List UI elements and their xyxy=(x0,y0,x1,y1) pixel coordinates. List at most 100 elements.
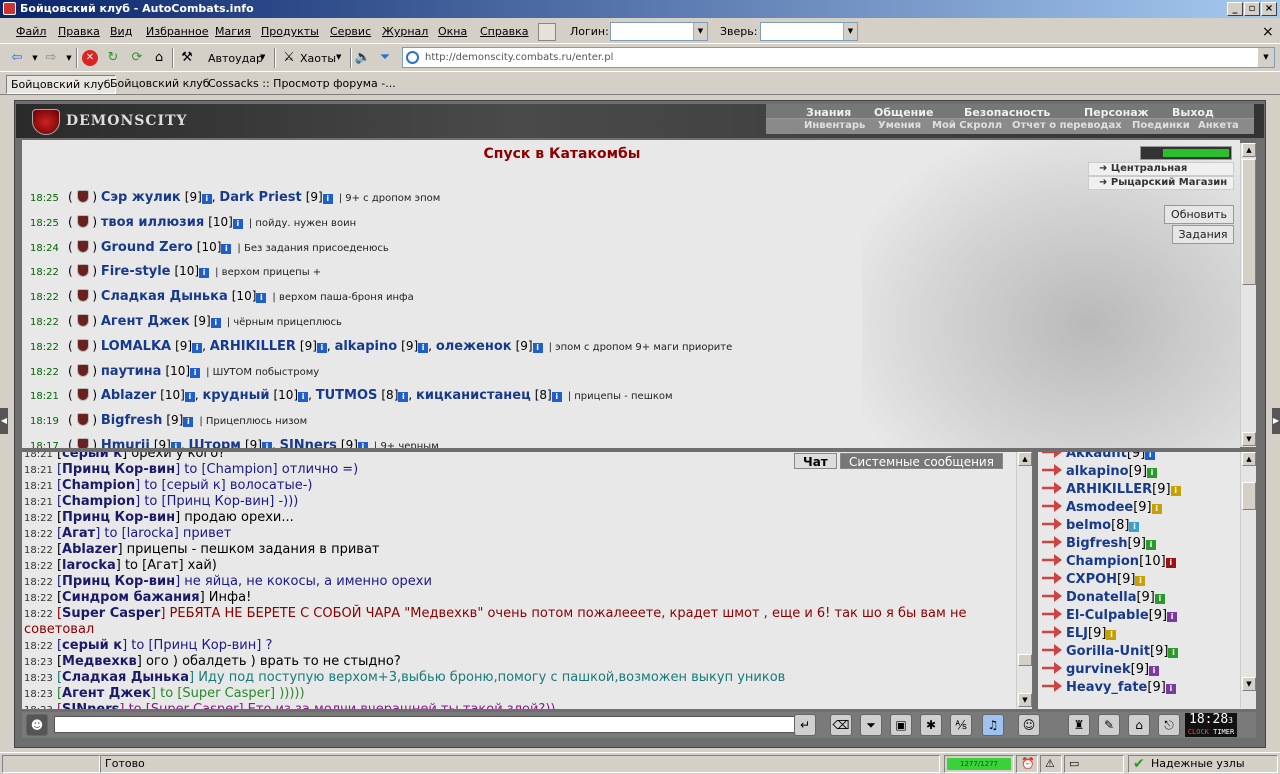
menu-products[interactable]: Продукты xyxy=(261,25,319,38)
music-icon[interactable]: ♫ xyxy=(982,714,1004,736)
forward-icon[interactable]: ⇨ xyxy=(42,49,60,67)
info-icon[interactable]: i xyxy=(532,342,543,353)
minimize-button[interactable]: _ xyxy=(1227,2,1243,16)
tab-system-messages[interactable]: Системные сообщения xyxy=(840,453,1003,469)
member-name[interactable]: Сладкая Дынька xyxy=(101,289,228,304)
chat-author[interactable]: SINners xyxy=(62,702,119,709)
member-name[interactable]: паутина xyxy=(101,364,162,379)
smiley-icon[interactable]: ☺ xyxy=(1018,714,1040,736)
menu-journal[interactable]: Журнал xyxy=(382,25,428,38)
member-name[interactable]: крудный xyxy=(202,388,269,403)
member-name[interactable]: Dark Priest xyxy=(219,190,301,205)
nav-communication[interactable]: Общение xyxy=(874,106,933,119)
close-menubar-icon[interactable]: × xyxy=(1262,24,1274,40)
info-icon[interactable]: i xyxy=(192,342,203,353)
private-arrow-icon[interactable] xyxy=(1042,644,1062,656)
chat-scrollbar[interactable]: ▲ ▼ xyxy=(1016,452,1032,708)
menu-service[interactable]: Сервис xyxy=(330,25,371,38)
nav-knowledge[interactable]: Знания xyxy=(806,106,851,119)
user-name[interactable]: Donatella xyxy=(1066,590,1136,605)
user-name[interactable]: ELJ xyxy=(1066,626,1088,641)
nav-profile[interactable]: Анкета xyxy=(1198,120,1239,131)
chat-author[interactable]: Принц Кор-вин xyxy=(62,574,175,589)
private-arrow-icon[interactable] xyxy=(1042,662,1062,674)
link-knight-shop[interactable]: ➜ Рыцарский Магазин xyxy=(1088,176,1234,190)
info-icon[interactable]: i xyxy=(1170,486,1181,496)
member-name[interactable]: LOMALKA xyxy=(101,339,171,354)
user-name[interactable]: alkapino xyxy=(1066,464,1129,479)
info-icon[interactable]: i xyxy=(1145,540,1156,550)
member-name[interactable]: Ground Zero xyxy=(101,240,193,255)
private-arrow-icon[interactable] xyxy=(1042,590,1062,602)
info-icon[interactable]: i xyxy=(1129,522,1140,532)
info-icon[interactable]: i xyxy=(298,392,309,403)
tab-fightclub-active[interactable]: Бойцовский клуб xyxy=(6,75,116,94)
info-icon[interactable]: i xyxy=(184,392,195,403)
member-name[interactable]: Шторм xyxy=(188,438,240,448)
chat-author[interactable]: Принц Кор-вин xyxy=(62,462,175,477)
info-icon[interactable]: i xyxy=(418,342,429,353)
clock-icon[interactable]: ⏰ xyxy=(1016,755,1038,773)
chat-author[interactable]: Champion xyxy=(62,494,135,509)
nav-my-scroll[interactable]: Мой Скролл xyxy=(932,120,1002,131)
stop-icon[interactable]: ✕ xyxy=(82,50,98,66)
tasks-button[interactable]: Задания xyxy=(1172,225,1234,244)
member-name[interactable]: SINners xyxy=(280,438,337,448)
chevron-down-icon[interactable]: ▼ xyxy=(260,53,265,61)
info-icon[interactable]: i xyxy=(232,218,243,229)
chat-author[interactable]: Принц Кор-вин xyxy=(62,510,175,525)
autoudar-button[interactable]: Автоудар xyxy=(208,52,263,65)
nav-transfer-report[interactable]: Отчет о переводах xyxy=(1012,120,1122,131)
menu-view[interactable]: Вид xyxy=(110,25,132,38)
chat-author[interactable]: серый к xyxy=(62,638,122,653)
fighter-icon[interactable]: ✱ xyxy=(920,714,942,736)
user-name[interactable]: Bigfresh xyxy=(1066,536,1128,551)
info-icon[interactable]: i xyxy=(183,417,194,428)
smile-face-icon[interactable]: ☻ xyxy=(26,714,48,736)
nav-inventory[interactable]: Инвентарь xyxy=(804,120,865,131)
beast-select[interactable]: ▼ xyxy=(760,22,858,41)
clear-icon[interactable]: ⌫ xyxy=(830,714,852,736)
member-name[interactable]: Сэр жулик xyxy=(101,190,181,205)
chat-author[interactable]: Super Casper xyxy=(62,606,160,621)
chat-input[interactable] xyxy=(54,716,810,733)
tab-chat[interactable]: Чат xyxy=(794,453,837,469)
join-shield-icon[interactable] xyxy=(76,338,89,352)
scroll-thumb[interactable] xyxy=(1242,159,1256,285)
menu-favorites[interactable]: Избранное xyxy=(146,25,208,38)
user-name[interactable]: Champion xyxy=(1066,554,1139,569)
join-shield-icon[interactable] xyxy=(76,264,89,278)
user-name[interactable]: ARHIKILLER xyxy=(1066,482,1152,497)
users-scrollbar[interactable]: ▲ ▼ xyxy=(1240,452,1256,708)
info-icon[interactable]: i xyxy=(261,442,272,448)
info-icon[interactable]: i xyxy=(1165,684,1176,694)
join-shield-icon[interactable] xyxy=(76,363,89,377)
chat-author[interactable]: larocka xyxy=(62,558,116,573)
scroll-down-icon[interactable]: ▼ xyxy=(1018,693,1032,707)
refresh-button[interactable]: Обновить xyxy=(1164,205,1234,224)
chat-author[interactable]: Агент Джек xyxy=(62,686,151,701)
filter-icon[interactable]: ⏷ xyxy=(860,714,882,736)
info-icon[interactable]: i xyxy=(1165,558,1176,568)
info-icon[interactable]: i xyxy=(1135,576,1146,586)
right-collapse-arrow[interactable]: ▶ xyxy=(1272,408,1280,434)
info-icon[interactable]: i xyxy=(199,268,210,279)
user-name[interactable]: El-Culpable xyxy=(1066,608,1149,623)
scroll-thumb[interactable] xyxy=(1018,654,1032,666)
info-icon[interactable]: i xyxy=(170,442,181,448)
private-arrow-icon[interactable] xyxy=(1042,608,1062,620)
member-name[interactable]: Hmurii xyxy=(101,438,150,448)
member-name[interactable]: ARHIKILLER xyxy=(210,339,296,354)
member-name[interactable]: TUTMOS xyxy=(316,388,378,403)
info-icon[interactable]: i xyxy=(1149,666,1160,676)
join-shield-icon[interactable] xyxy=(76,314,89,327)
info-icon[interactable]: i xyxy=(1145,452,1156,460)
menu-edit[interactable]: Правка xyxy=(58,25,100,38)
private-arrow-icon[interactable] xyxy=(1042,554,1062,566)
scroll-up-icon[interactable]: ▲ xyxy=(1242,452,1256,466)
private-arrow-icon[interactable] xyxy=(1042,464,1062,476)
info-icon[interactable]: i xyxy=(1168,648,1179,658)
scroll-up-icon[interactable]: ▲ xyxy=(1242,143,1256,157)
tab-cossacks-forum[interactable]: Cossacks :: Просмотр форума -... xyxy=(204,75,400,94)
join-shield-icon[interactable] xyxy=(76,214,89,228)
